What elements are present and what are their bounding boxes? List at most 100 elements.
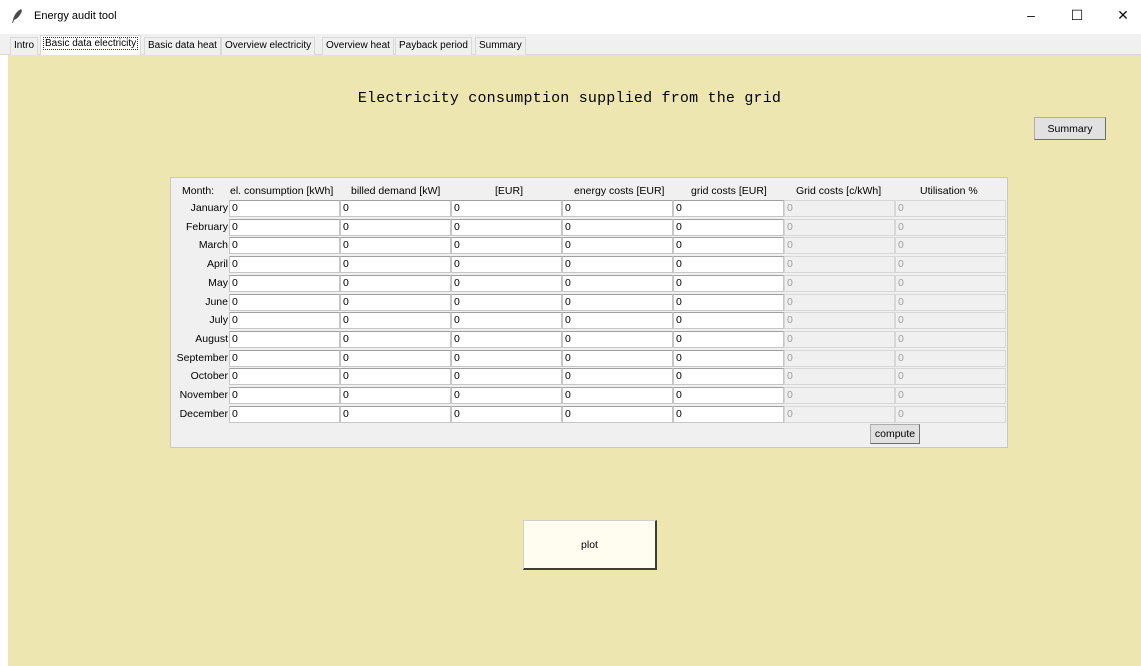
entry-field[interactable]: 0 — [562, 330, 673, 348]
tab-overview-heat[interactable]: Overview heat — [322, 37, 394, 55]
readonly-field: 0 — [784, 200, 895, 217]
entry-field[interactable]: 0 — [451, 368, 562, 386]
entry-field[interactable]: 0 — [340, 330, 451, 348]
entry-field[interactable]: 0 — [562, 293, 673, 311]
entry-field[interactable]: 0 — [340, 312, 451, 330]
entry-field[interactable]: 0 — [673, 312, 784, 330]
entry-field[interactable]: 0 — [229, 405, 340, 423]
entry-field[interactable]: 0 — [451, 312, 562, 330]
entry-field[interactable]: 0 — [229, 387, 340, 404]
entry-field[interactable]: 0 — [673, 218, 784, 236]
readonly-field: 0 — [895, 405, 1006, 423]
entry-field[interactable]: 0 — [673, 387, 784, 404]
window-title: Energy audit tool — [34, 10, 117, 22]
entry-field[interactable]: 0 — [673, 330, 784, 348]
readonly-field: 0 — [784, 368, 895, 386]
entry-field[interactable]: 0 — [229, 349, 340, 367]
close-button[interactable]: ✕ — [1100, 0, 1141, 30]
tab-intro[interactable]: Intro — [10, 37, 39, 55]
tab-basic-data-electricity[interactable]: Basic data electricity — [40, 35, 142, 55]
readonly-field: 0 — [784, 330, 895, 348]
month-label: March — [198, 239, 228, 252]
column-header: el. consumption [kWh] — [230, 185, 334, 197]
entry-field[interactable]: 0 — [340, 293, 451, 311]
entry-field[interactable]: 0 — [451, 387, 562, 404]
month-label: January — [190, 202, 228, 214]
tab-summary[interactable]: Summary — [475, 37, 526, 55]
entry-field[interactable]: 0 — [451, 237, 562, 255]
entry-field[interactable]: 0 — [673, 368, 784, 386]
minimize-button[interactable]: – — [1008, 0, 1054, 30]
feather-icon — [12, 9, 22, 23]
month-label: October — [190, 370, 228, 383]
plot-button[interactable]: plot — [523, 520, 657, 570]
readonly-field: 0 — [784, 312, 895, 330]
entry-field[interactable]: 0 — [340, 218, 451, 236]
entry-field[interactable]: 0 — [562, 237, 673, 255]
entry-field[interactable]: 0 — [340, 274, 451, 292]
entry-field[interactable]: 0 — [451, 349, 562, 367]
tab-overview-electricity[interactable]: Overview electricity — [221, 37, 316, 55]
entry-field[interactable]: 0 — [451, 293, 562, 311]
readonly-field: 0 — [895, 293, 1006, 311]
entry-field[interactable]: 0 — [340, 405, 451, 423]
month-label: December — [179, 407, 228, 420]
entry-field[interactable]: 0 — [562, 200, 673, 217]
month-label: November — [179, 389, 228, 401]
entry-field[interactable]: 0 — [340, 349, 451, 367]
entry-field[interactable]: 0 — [451, 330, 562, 348]
maximize-button[interactable]: ☐ — [1054, 0, 1100, 30]
entry-field[interactable]: 0 — [673, 293, 784, 311]
entry-field[interactable]: 0 — [229, 330, 340, 348]
entry-field[interactable]: 0 — [340, 200, 451, 217]
entry-field[interactable]: 0 — [229, 274, 340, 292]
tab-basic-data-heat[interactable]: Basic data heat — [144, 37, 221, 55]
tab-label: Basic data electricity — [42, 37, 139, 50]
entry-field[interactable]: 0 — [451, 200, 562, 217]
readonly-field: 0 — [784, 274, 895, 292]
readonly-field: 0 — [895, 256, 1006, 274]
entry-field[interactable]: 0 — [673, 256, 784, 274]
readonly-field: 0 — [895, 312, 1006, 330]
entry-field[interactable]: 0 — [451, 218, 562, 236]
entry-field[interactable]: 0 — [229, 256, 340, 274]
entry-field[interactable]: 0 — [229, 368, 340, 386]
month-label: August — [195, 332, 228, 345]
readonly-field: 0 — [895, 274, 1006, 292]
page-title: Electricity consumption supplied from th… — [357, 90, 782, 107]
entry-field[interactable]: 0 — [451, 256, 562, 274]
tab-payback-period[interactable]: Payback period — [395, 37, 472, 55]
entry-field[interactable]: 0 — [340, 387, 451, 404]
readonly-field: 0 — [895, 237, 1006, 255]
entry-field[interactable]: 0 — [673, 405, 784, 423]
entry-field[interactable]: 0 — [229, 293, 340, 311]
summary-button[interactable]: Summary — [1034, 117, 1106, 140]
entry-field[interactable]: 0 — [562, 368, 673, 386]
entry-field[interactable]: 0 — [451, 274, 562, 292]
entry-field[interactable]: 0 — [340, 237, 451, 255]
entry-field[interactable]: 0 — [562, 387, 673, 404]
entry-field[interactable]: 0 — [229, 312, 340, 330]
readonly-field: 0 — [784, 349, 895, 367]
entry-field[interactable]: 0 — [229, 237, 340, 255]
entry-field[interactable]: 0 — [562, 218, 673, 236]
entry-field[interactable]: 0 — [229, 200, 340, 217]
entry-field[interactable]: 0 — [451, 405, 562, 423]
entry-field[interactable]: 0 — [562, 274, 673, 292]
entry-field[interactable]: 0 — [673, 274, 784, 292]
month-label: April — [206, 258, 228, 271]
main-panel: Electricity consumption supplied from th… — [8, 55, 1141, 666]
compute-button[interactable]: compute — [870, 424, 920, 444]
entry-field[interactable]: 0 — [562, 349, 673, 367]
entry-field[interactable]: 0 — [340, 256, 451, 274]
entry-field[interactable]: 0 — [673, 200, 784, 217]
entry-field[interactable]: 0 — [340, 368, 451, 386]
entry-field[interactable]: 0 — [673, 237, 784, 255]
entry-field[interactable]: 0 — [229, 218, 340, 236]
readonly-field: 0 — [895, 387, 1006, 404]
entry-field[interactable]: 0 — [673, 349, 784, 367]
entry-field[interactable]: 0 — [562, 312, 673, 330]
entry-field[interactable]: 0 — [562, 405, 673, 423]
column-header: Month: — [182, 185, 215, 197]
entry-field[interactable]: 0 — [562, 256, 673, 274]
